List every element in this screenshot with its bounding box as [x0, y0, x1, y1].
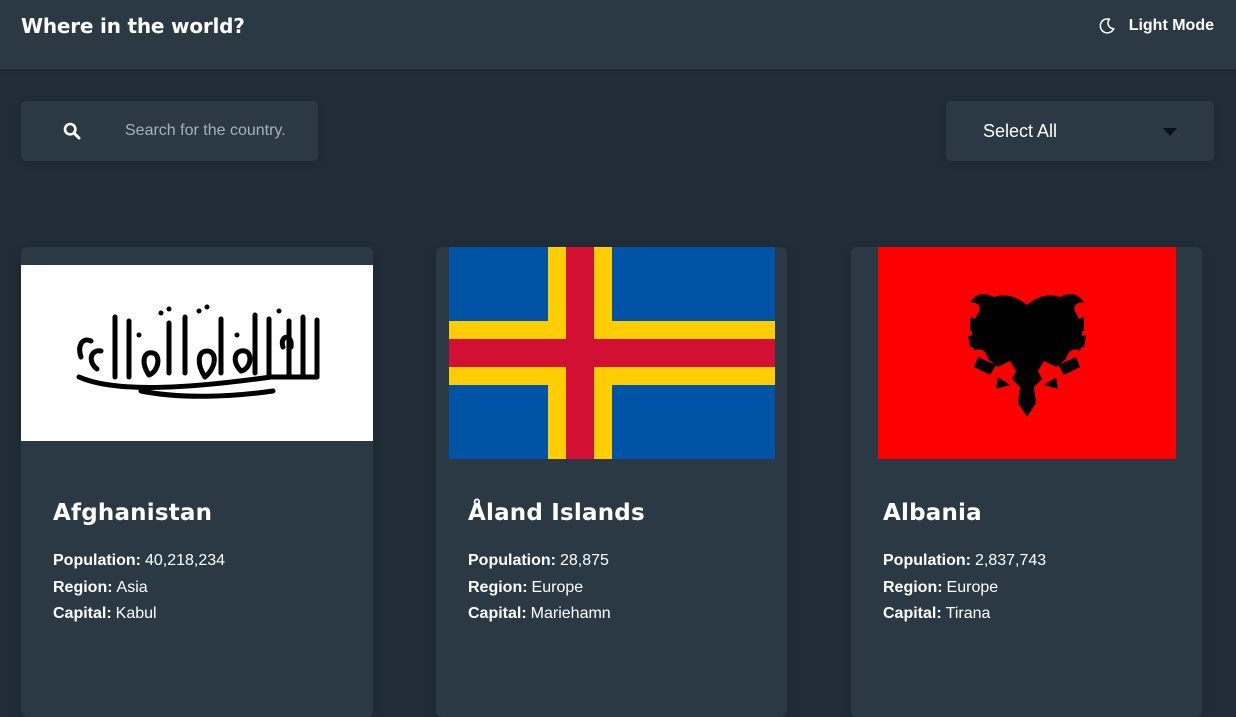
theme-toggle-label: Light Mode	[1128, 17, 1214, 34]
population-label: Population:	[53, 552, 141, 569]
region-label: Region:	[53, 579, 113, 596]
region-value: Europe	[531, 579, 584, 596]
region-filter-dropdown[interactable]: Select All	[946, 101, 1214, 161]
capital-value: Kabul	[115, 605, 157, 622]
capital-label: Capital:	[53, 605, 112, 622]
population-field: Population: 2,837,743	[883, 552, 1046, 570]
population-label: Population:	[883, 552, 971, 569]
moon-icon	[1099, 18, 1115, 34]
population-value: 28,875	[559, 552, 609, 569]
region-field: Region: Europe	[468, 579, 583, 597]
region-field: Region: Asia	[53, 579, 148, 597]
app-title: Where in the world?	[21, 14, 245, 38]
top-navbar: Where in the world? Light Mode	[0, 0, 1236, 69]
country-card[interactable]: Afghanistan Population: 40,218,234 Region…	[21, 247, 373, 717]
country-name: Afghanistan	[53, 500, 213, 526]
country-card[interactable]: Albania Population: 2,837,743 Region: Euro…	[851, 247, 1202, 717]
region-label: Region:	[883, 579, 943, 596]
region-field: Region: Europe	[883, 579, 998, 597]
capital-label: Capital:	[883, 605, 942, 622]
capital-field: Capital: Kabul	[53, 605, 157, 623]
region-filter-value: Select All	[983, 121, 1058, 141]
capital-label: Capital:	[468, 605, 527, 622]
population-field: Population: 28,875	[468, 552, 609, 570]
population-label: Population:	[468, 552, 556, 569]
aland-islands-flag	[449, 247, 775, 459]
population-field: Population: 40,218,234	[53, 552, 225, 570]
theme-toggle-button[interactable]: Light Mode	[1099, 15, 1214, 37]
afghanistan-flag	[21, 265, 373, 441]
capital-value: Mariehamn	[530, 605, 611, 622]
population-value: 2,837,743	[974, 552, 1047, 569]
capital-field: Capital: Mariehamn	[468, 605, 611, 623]
country-name: Albania	[883, 500, 982, 526]
caret-down-icon	[1163, 128, 1177, 136]
albania-flag	[878, 247, 1176, 459]
search-box	[21, 101, 318, 161]
capital-value: Tirana	[945, 605, 991, 622]
region-value: Asia	[116, 579, 148, 596]
region-value: Europe	[946, 579, 999, 596]
country-name: Åland Islands	[468, 500, 645, 526]
country-card[interactable]: Åland Islands Population: 28,875 Region: E…	[436, 247, 787, 717]
population-value: 40,218,234	[144, 552, 226, 569]
region-label: Region:	[468, 579, 528, 596]
search-icon	[63, 122, 81, 140]
capital-field: Capital: Tirana	[883, 605, 990, 623]
search-input[interactable]	[125, 119, 305, 143]
